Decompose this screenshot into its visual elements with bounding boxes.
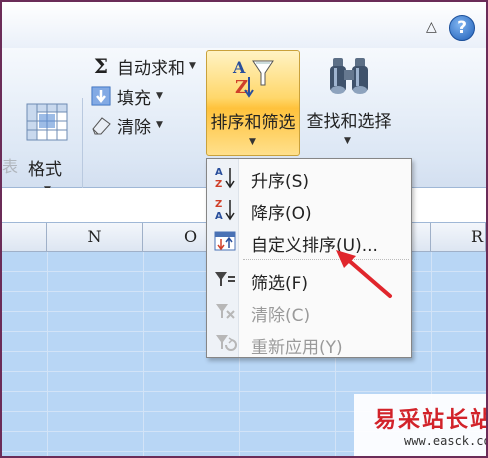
menu-item-label: 筛选(F): [251, 274, 309, 294]
clear-button[interactable]: 清除 ▼: [90, 112, 163, 138]
menu-item-label: 升序(S): [251, 172, 310, 192]
fill-down-icon: [90, 85, 112, 107]
grid-line: [2, 391, 486, 392]
svg-text:A: A: [232, 58, 246, 77]
watermark: 易采站长站 www.easck.com: [354, 394, 486, 456]
svg-text:A: A: [215, 167, 223, 178]
sort-filter-label: 排序和筛选: [210, 113, 296, 133]
chevron-down-icon: ▼: [344, 136, 351, 146]
title-bar: △ ?: [2, 2, 486, 48]
eraser-icon: [90, 114, 112, 136]
partial-label: 表: [2, 157, 19, 176]
minimize-ribbon-icon[interactable]: △: [426, 19, 437, 35]
watermark-url: www.easck.com: [404, 434, 486, 448]
sigma-icon: Σ: [93, 54, 109, 78]
column-header[interactable]: [2, 223, 47, 251]
format-label: 格式: [28, 160, 62, 180]
fill-label: 填充: [117, 88, 151, 109]
autosum-button[interactable]: Σ 自动求和 ▼: [90, 53, 196, 79]
clear-label: 清除: [117, 117, 151, 138]
chevron-down-icon: ▼: [156, 91, 163, 101]
chevron-down-icon: ▼: [156, 120, 163, 130]
sort-filter-button[interactable]: A Z 排序和筛选 ▼: [206, 50, 300, 156]
svg-text:Z: Z: [235, 77, 248, 98]
binoculars-icon: [330, 58, 368, 94]
chevron-down-icon: ▼: [249, 137, 256, 147]
clear-filter-icon: [216, 304, 235, 319]
menu-item-sort-descending[interactable]: Z A 降序(O): [209, 194, 409, 224]
column-header-r[interactable]: R: [431, 223, 486, 251]
menu-item-reapply: 重新应用(Y): [209, 328, 409, 358]
menu-item-label: 重新应用(Y): [251, 338, 343, 358]
filter-icon: [215, 272, 235, 286]
svg-text:Z: Z: [215, 179, 222, 189]
reapply-filter-icon: [216, 335, 237, 351]
grid-line: [47, 252, 48, 456]
find-select-label: 查找和选择: [306, 112, 392, 132]
custom-sort-icon: [214, 231, 236, 251]
annotation-arrow: [336, 250, 392, 298]
svg-text:Z: Z: [215, 199, 222, 210]
grid-line: [2, 371, 486, 372]
column-header-n[interactable]: N: [47, 223, 143, 251]
menu-item-sort-ascending[interactable]: A Z 升序(S): [209, 162, 409, 192]
svg-text:A: A: [215, 211, 223, 221]
chevron-down-icon: ▼: [189, 61, 196, 71]
watermark-title: 易采站长站: [374, 407, 488, 433]
format-cells-icon: [26, 103, 68, 141]
menu-item-label: 清除(C): [251, 306, 311, 326]
sort-descending-icon: Z A: [215, 199, 235, 221]
autosum-label: 自动求和: [117, 58, 185, 79]
grid-line: [143, 252, 144, 456]
find-select-button[interactable]: 查找和选择 ▼: [302, 50, 396, 156]
menu-item-label: 降序(O): [251, 204, 312, 224]
sort-ascending-icon: A Z: [215, 167, 235, 189]
help-button[interactable]: ?: [449, 15, 475, 41]
excel-window: △ ? 表 格 格式 ▼ Σ 自动求和 ▼: [0, 0, 488, 458]
sort-az-funnel-icon: A Z: [232, 58, 274, 98]
format-button[interactable]: 格式 ▼: [18, 100, 78, 200]
fill-button[interactable]: 填充 ▼: [90, 83, 163, 109]
